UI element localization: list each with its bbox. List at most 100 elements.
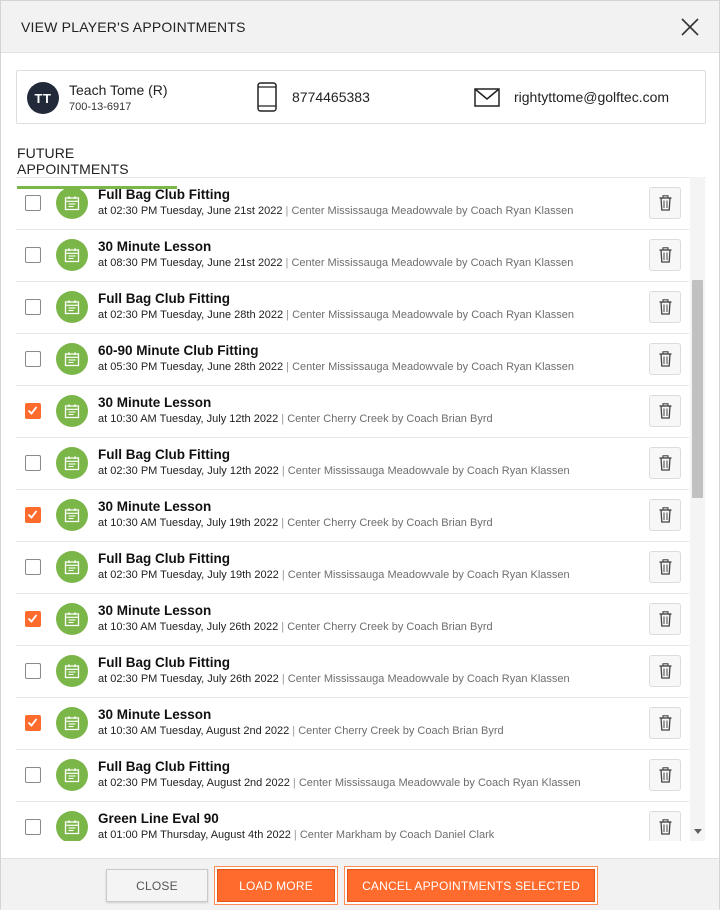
appointment-checkbox[interactable]: [25, 247, 41, 263]
email-address: rightyttome@golftec.com: [514, 89, 670, 105]
scroll-down-arrow-icon[interactable]: [694, 829, 702, 834]
appointment-title: 30 Minute Lesson: [98, 395, 212, 410]
delete-appointment-button[interactable]: [649, 811, 681, 841]
calendar-icon: [56, 395, 88, 427]
trash-icon: [659, 507, 672, 523]
mail-icon: [474, 88, 500, 107]
appointment-checkbox[interactable]: [25, 507, 41, 523]
delete-appointment-button[interactable]: [649, 239, 681, 271]
player-card: TT Teach Tome (R) 700-13-6917 8774465383…: [16, 70, 706, 124]
appointment-time: at 10:30 AM Tuesday, July 19th 2022: [98, 517, 279, 529]
scrollbar[interactable]: [690, 177, 705, 841]
cancel-appointments-selected-button[interactable]: CANCEL APPOINTMENTS SELECTED: [347, 869, 595, 902]
appointment-checkbox[interactable]: [25, 663, 41, 679]
player-id: 700-13-6917: [69, 101, 132, 113]
delete-appointment-button[interactable]: [649, 551, 681, 583]
appointment-checkbox[interactable]: [25, 559, 41, 575]
calendar-icon: [56, 499, 88, 531]
appointment-location: Center Mississauga Meadowvale by Coach R…: [291, 205, 574, 217]
appointment-checkbox[interactable]: [25, 351, 41, 367]
list-item: Full Bag Club Fitting at 02:30 PM Tuesday…: [16, 542, 689, 594]
appointment-separator: |: [278, 413, 288, 425]
appointment-title: 60-90 Minute Club Fitting: [98, 343, 259, 358]
appointment-checkbox[interactable]: [25, 767, 41, 783]
delete-appointment-button[interactable]: [649, 707, 681, 739]
appointment-location: Center Mississauga Meadowvale by Coach R…: [287, 569, 570, 581]
appointment-title: Full Bag Club Fitting: [98, 655, 230, 670]
delete-appointment-button[interactable]: [649, 343, 681, 375]
appointment-checkbox[interactable]: [25, 195, 41, 211]
appointment-time: at 02:30 PM Tuesday, June 28th 2022: [98, 309, 284, 321]
appointment-time: at 02:30 PM Tuesday, July 12th 2022: [98, 465, 279, 477]
appointment-checkbox[interactable]: [25, 715, 41, 731]
trash-icon: [659, 351, 672, 367]
list-item: 60-90 Minute Club Fitting at 05:30 PM Tue…: [16, 334, 689, 386]
trash-icon: [659, 715, 672, 731]
appointment-checkbox[interactable]: [25, 611, 41, 627]
modal-footer: CLOSE LOAD MORE CANCEL APPOINTMENTS SELE…: [1, 858, 719, 910]
appointment-separator: |: [278, 517, 288, 529]
phone-icon: [257, 82, 277, 112]
appointment-time: at 10:30 AM Tuesday, July 12th 2022: [98, 413, 279, 425]
list-item: 30 Minute Lesson at 10:30 AM Tuesday, Jul…: [16, 490, 689, 542]
calendar-icon: [56, 343, 88, 375]
appointment-title: Full Bag Club Fitting: [98, 551, 230, 566]
modal-title: VIEW PLAYER'S APPOINTMENTS: [21, 19, 246, 35]
delete-appointment-button[interactable]: [649, 655, 681, 687]
appointment-details: at 01:00 PM Thursday, August 4th 2022 | …: [98, 829, 494, 841]
delete-appointment-button[interactable]: [649, 499, 681, 531]
load-more-button[interactable]: LOAD MORE: [217, 869, 335, 902]
phone-number: 8774465383: [292, 89, 370, 105]
appointment-separator: |: [278, 621, 288, 633]
appointment-title: Full Bag Club Fitting: [98, 447, 230, 462]
appointment-location: Center Mississauga Meadowvale by Coach R…: [298, 777, 581, 789]
appointment-time: at 02:30 PM Tuesday, July 26th 2022: [98, 673, 279, 685]
appointment-location: Center Mississauga Meadowvale by Coach R…: [292, 309, 574, 321]
trash-icon: [659, 247, 672, 263]
trash-icon: [659, 299, 672, 315]
trash-icon: [659, 767, 672, 783]
appointment-location: Center Cherry Creek by Coach Brian Byrd: [298, 725, 504, 737]
appointment-separator: |: [278, 569, 288, 581]
scrollbar-thumb[interactable]: [692, 280, 703, 498]
appointment-details: at 02:30 PM Tuesday, July 19th 2022 | Ce…: [98, 569, 570, 581]
delete-appointment-button[interactable]: [649, 603, 681, 635]
delete-appointment-button[interactable]: [649, 187, 681, 219]
appointment-checkbox[interactable]: [25, 299, 41, 315]
appointment-location: Center Cherry Creek by Coach Brian Byrd: [287, 413, 493, 425]
delete-appointment-button[interactable]: [649, 395, 681, 427]
appointment-checkbox[interactable]: [25, 819, 41, 835]
close-button[interactable]: CLOSE: [106, 869, 208, 902]
appointment-time: at 01:00 PM Thursday, August 4th 2022: [98, 829, 291, 841]
list-item: Full Bag Club Fitting at 02:30 PM Tuesday…: [16, 438, 689, 490]
appointment-time: at 10:30 AM Tuesday, July 26th 2022: [98, 621, 279, 633]
appointment-checkbox[interactable]: [25, 403, 41, 419]
modal-header: VIEW PLAYER'S APPOINTMENTS: [1, 1, 719, 53]
delete-appointment-button[interactable]: [649, 291, 681, 323]
appointment-details: at 10:30 AM Tuesday, July 26th 2022 | Ce…: [98, 621, 493, 633]
appointment-title: Full Bag Club Fitting: [98, 759, 230, 774]
list-item: 30 Minute Lesson at 10:30 AM Tuesday, Jul…: [16, 594, 689, 646]
appointment-separator: |: [278, 465, 288, 477]
list-item: 30 Minute Lesson at 08:30 PM Tuesday, Jun…: [16, 230, 689, 282]
appointment-time: at 02:30 PM Tuesday, August 2nd 2022: [98, 777, 290, 789]
close-icon[interactable]: [681, 18, 699, 36]
calendar-icon: [56, 239, 88, 271]
appointment-title: 30 Minute Lesson: [98, 707, 212, 722]
avatar: TT: [27, 82, 59, 114]
appointment-details: at 02:30 PM Tuesday, June 28th 2022 | Ce…: [98, 309, 574, 321]
appointment-separator: |: [278, 673, 288, 685]
calendar-icon: [56, 291, 88, 323]
delete-appointment-button[interactable]: [649, 447, 681, 479]
appointment-details: at 10:30 AM Tuesday, August 2nd 2022 | C…: [98, 725, 504, 737]
appointment-location: Center Markham by Coach Daniel Clark: [299, 829, 495, 841]
appointment-checkbox[interactable]: [25, 455, 41, 471]
checkmark-icon: [27, 614, 38, 623]
appointment-separator: |: [283, 361, 293, 373]
list-item: Full Bag Club Fitting at 02:30 PM Tuesday…: [16, 750, 689, 802]
appointment-time: at 10:30 AM Tuesday, August 2nd 2022: [98, 725, 290, 737]
list-item: Full Bag Club Fitting at 02:30 PM Tuesday…: [16, 178, 689, 230]
delete-appointment-button[interactable]: [649, 759, 681, 791]
appointment-time: at 08:30 PM Tuesday, June 21st 2022: [98, 257, 283, 269]
appointment-location: Center Mississauga Meadowvale by Coach R…: [287, 673, 570, 685]
